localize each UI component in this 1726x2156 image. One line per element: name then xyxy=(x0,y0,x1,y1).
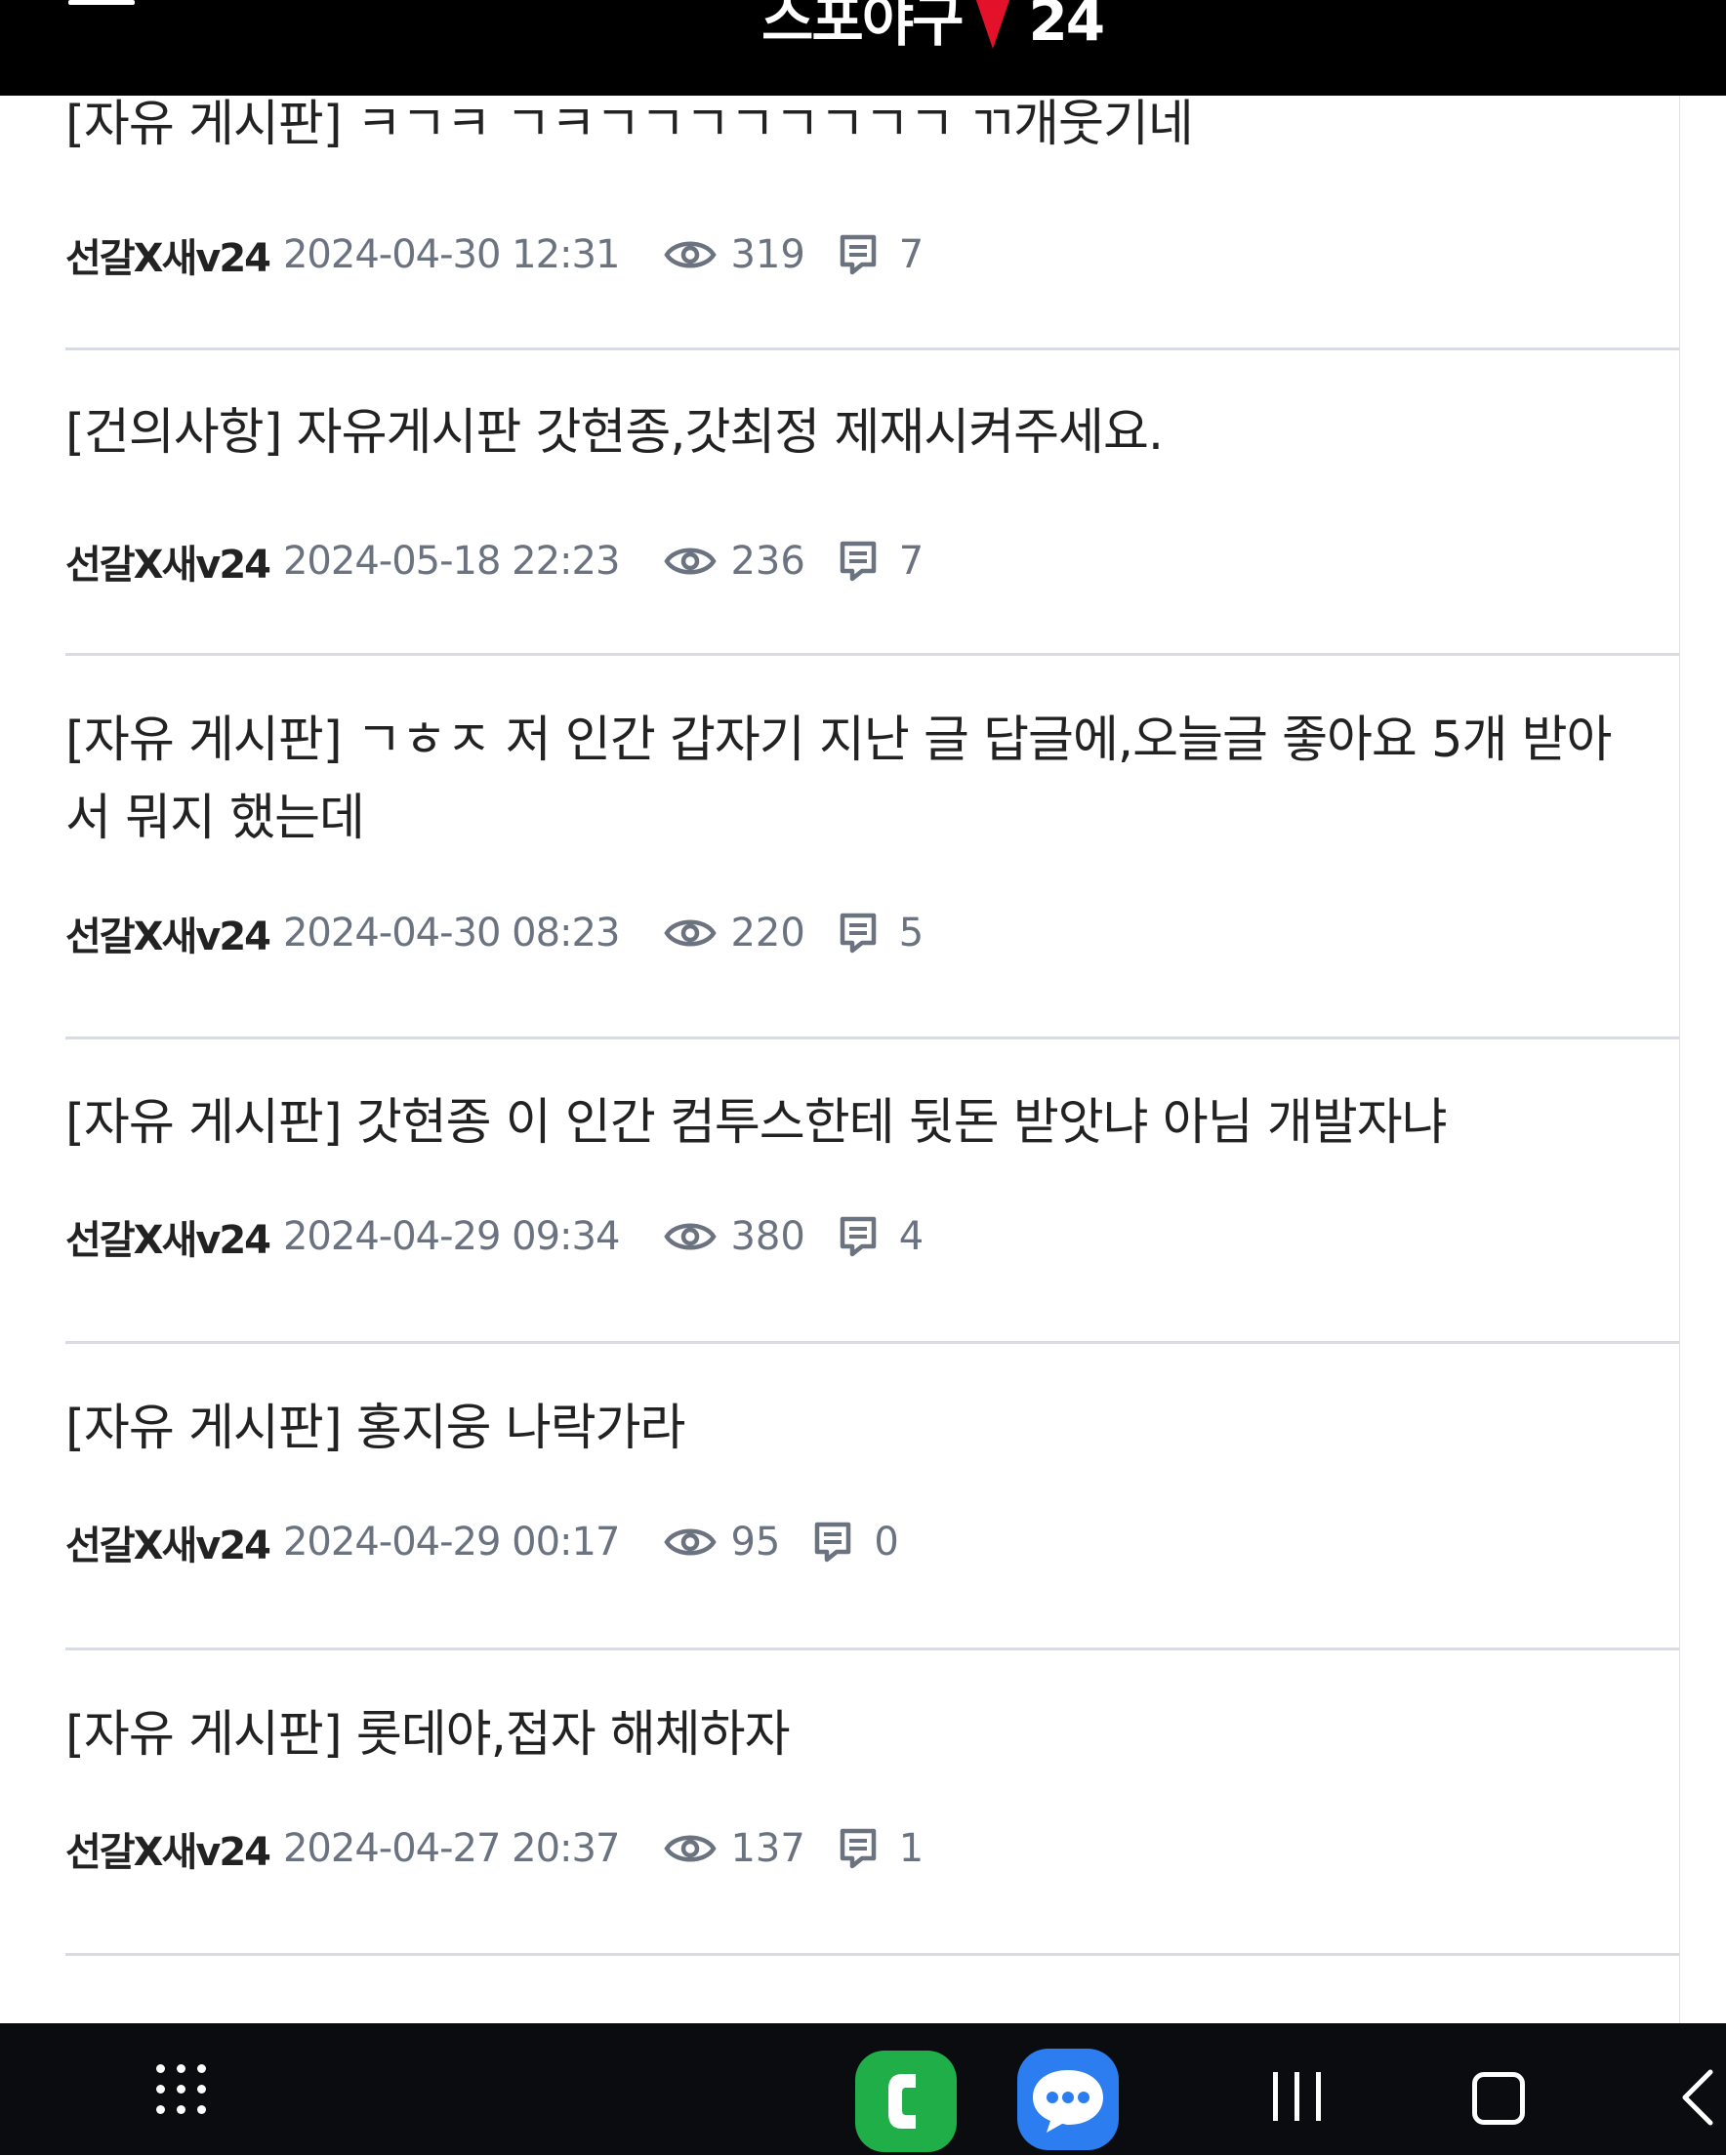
eye-icon xyxy=(664,1528,718,1556)
comment-count: 4 xyxy=(898,1214,925,1259)
post-meta: 선갈X새v24 2024-04-30 08:23 220 5 xyxy=(65,904,924,962)
post-meta: 선갈X새v24 2024-05-18 22:23 236 7 xyxy=(65,532,924,590)
post-title[interactable]: [건의사항] 자유게시판 갓현종,갓최정 제재시켜주세요. xyxy=(65,394,1637,472)
phone-glyph-icon xyxy=(888,2074,916,2129)
comment-icon xyxy=(840,913,877,954)
post-date: 2024-05-18 22:23 xyxy=(282,539,620,584)
post-date: 2024-04-29 09:34 xyxy=(282,1214,620,1259)
comment-icon xyxy=(840,234,877,275)
post-title[interactable]: [자유 게시판] 롯데야,접자 해체하자 xyxy=(65,1696,1637,1774)
comment-count: 5 xyxy=(898,911,925,956)
back-icon[interactable] xyxy=(1677,2068,1716,2127)
eye-icon xyxy=(664,1835,718,1862)
view-count: 380 xyxy=(730,1214,805,1259)
post-meta: 선갈X새v24 2024-04-27 20:37 137 1 xyxy=(65,1819,924,1878)
comment-count: 1 xyxy=(898,1826,925,1871)
post-thumbnail[interactable] xyxy=(1679,398,1680,584)
logo-bolt-icon xyxy=(967,0,1019,49)
view-count: 236 xyxy=(730,539,805,584)
app-drawer-icon[interactable] xyxy=(156,2064,207,2115)
messages-app-icon[interactable] xyxy=(1017,2049,1119,2150)
eye-icon xyxy=(664,241,718,268)
post-date: 2024-04-30 12:31 xyxy=(282,232,620,277)
phone-app-icon[interactable] xyxy=(855,2051,957,2152)
home-icon[interactable] xyxy=(1472,2072,1525,2125)
comment-count: 0 xyxy=(874,1520,899,1565)
site-logo[interactable]: 스포야구 24 xyxy=(761,0,1105,54)
chat-bubble-icon xyxy=(1033,2070,1103,2133)
view-count: 319 xyxy=(730,232,805,277)
site-header: 스포야구 24 xyxy=(0,0,1726,96)
post-date: 2024-04-29 00:17 xyxy=(282,1520,620,1565)
post-title[interactable]: [자유 게시판] 홍지웅 나락가라 xyxy=(65,1390,1637,1468)
menu-icon[interactable] xyxy=(68,0,135,16)
comment-count: 7 xyxy=(898,232,925,277)
post-author[interactable]: 선갈X새v24 xyxy=(65,1514,271,1570)
eye-icon xyxy=(664,1223,718,1250)
post-title[interactable]: [자유 게시판] 갓현종 이 인간 컴투스한테 뒷돈 받앗냐 아님 개발자냐 xyxy=(65,1084,1637,1162)
logo-text: 스포야구 xyxy=(761,0,964,54)
divider xyxy=(65,1341,1679,1344)
post-meta: 선갈X새v24 2024-04-29 00:17 95 0 xyxy=(65,1513,899,1571)
post-date: 2024-04-30 08:23 xyxy=(282,911,620,956)
post-thumbnail[interactable] xyxy=(1679,113,1680,279)
logo-number: 24 xyxy=(1028,0,1105,54)
post-author[interactable]: 선갈X새v24 xyxy=(65,533,271,590)
divider xyxy=(65,1037,1679,1039)
recent-apps-icon[interactable] xyxy=(1273,2072,1324,2121)
post-author[interactable]: 선갈X새v24 xyxy=(65,1820,271,1877)
view-count: 220 xyxy=(730,911,805,956)
post-list: [자유 게시판] ㅋㄱㅋ ㄱㅋㄱㄱㄱㄱㄱㄱㄱㄱ ㄲ개웃기네 선갈X새v24 20… xyxy=(0,96,1680,2023)
comment-count: 7 xyxy=(898,539,925,584)
comment-icon xyxy=(840,1828,877,1869)
view-count: 137 xyxy=(730,1826,805,1871)
post-date: 2024-04-27 20:37 xyxy=(282,1826,620,1871)
post-author[interactable]: 선갈X새v24 xyxy=(65,905,271,961)
comment-icon xyxy=(840,541,877,582)
post-title[interactable]: [자유 게시판] ㄱㅎㅈ 저 인간 갑자기 지난 글 답글에,오늘글 좋아요 5… xyxy=(65,702,1637,858)
post-meta: 선갈X새v24 2024-04-29 09:34 380 4 xyxy=(65,1207,924,1266)
system-navigation-bar xyxy=(0,2023,1726,2155)
divider xyxy=(65,347,1679,350)
post-meta: 선갈X새v24 2024-04-30 12:31 319 7 xyxy=(65,225,924,284)
comment-icon xyxy=(840,1216,877,1257)
divider xyxy=(65,653,1679,656)
post-author[interactable]: 선갈X새v24 xyxy=(65,226,271,283)
comment-icon xyxy=(815,1522,851,1563)
divider xyxy=(65,1953,1679,1956)
post-author[interactable]: 선갈X새v24 xyxy=(65,1208,271,1265)
post-thumbnail[interactable] xyxy=(1679,703,1680,888)
view-count: 95 xyxy=(730,1520,781,1565)
divider xyxy=(65,1648,1679,1650)
post-title[interactable]: [자유 게시판] ㅋㄱㅋ ㄱㅋㄱㄱㄱㄱㄱㄱㄱㄱ ㄲ개웃기네 xyxy=(65,96,1637,164)
eye-icon xyxy=(664,548,718,575)
eye-icon xyxy=(664,919,718,947)
